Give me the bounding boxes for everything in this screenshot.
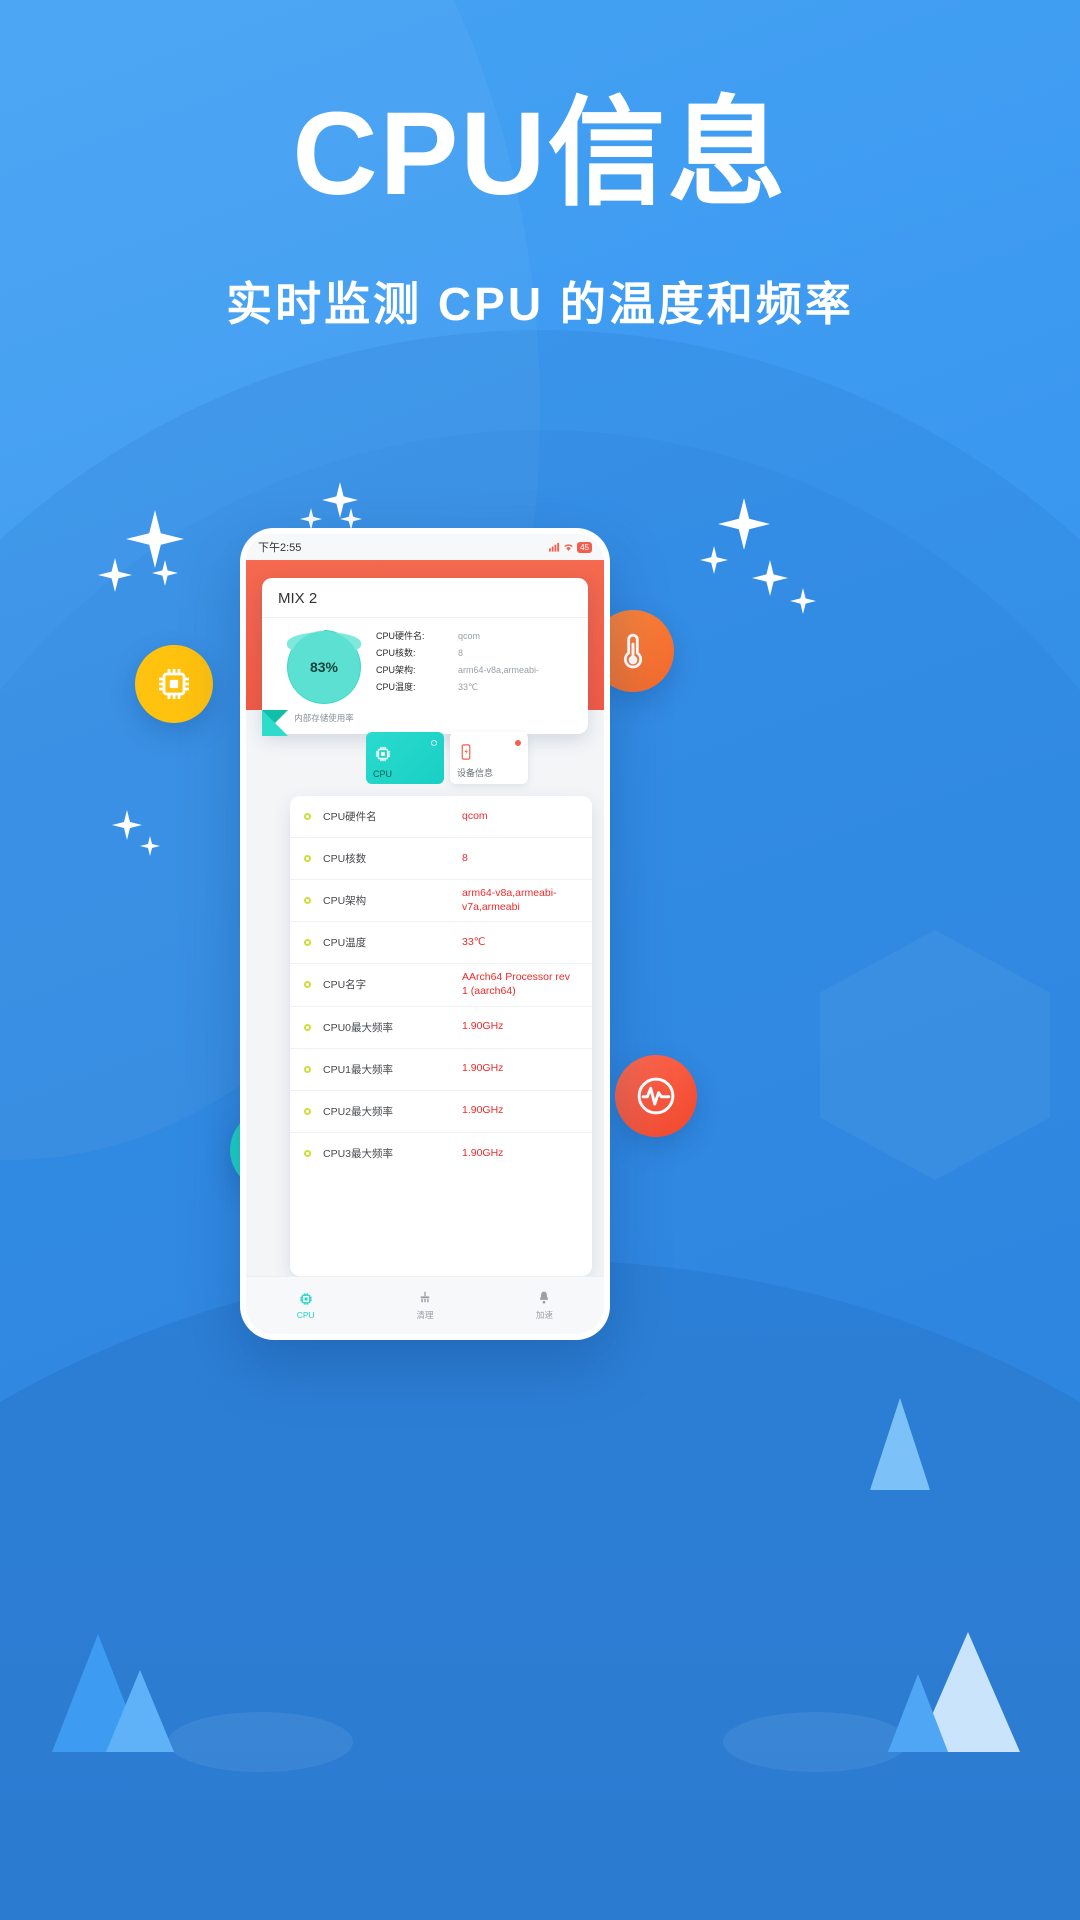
spec-row: CPU硬件名: qcom: [376, 630, 578, 642]
row-value: 1.90GHz: [462, 1020, 504, 1033]
bullet-icon: [304, 813, 311, 820]
row-key: CPU核数: [323, 853, 367, 865]
table-row[interactable]: CPU架构 arm64-v8a,armeabi-v7a,armeabi: [290, 880, 592, 923]
bullet-icon: [304, 981, 311, 989]
table-row[interactable]: CPU硬件名 qcom: [290, 796, 592, 838]
row-value: 33℃: [462, 935, 486, 948]
nav-item-clean[interactable]: 清理: [365, 1277, 484, 1334]
spec-value: arm64-v8a,armeabi-: [458, 665, 540, 676]
cpu-chip-icon: [159, 669, 189, 699]
nav-item-boost-label: 加速: [535, 1310, 553, 1320]
row-value: 1.90GHz: [462, 1146, 504, 1159]
spec-key: CPU架构:: [376, 665, 416, 676]
row-value: 1.90GHz: [462, 1104, 504, 1117]
row-value: qcom: [462, 809, 488, 822]
table-row[interactable]: CPU3最大频率 1.90GHz: [290, 1133, 592, 1175]
row-key: CPU1最大频率: [323, 1063, 394, 1076]
spec-key: CPU温度:: [376, 682, 416, 693]
table-row[interactable]: CPU0最大频率 1.90GHz: [290, 1007, 592, 1049]
background-bottom-hill: [0, 1260, 1080, 1920]
spec-row: CPU温度: 33℃: [376, 681, 578, 693]
row-value: AArch64 Processor rev 1 (aarch64): [462, 971, 570, 997]
spec-row: CPU架构: arm64-v8a,armeabi-: [376, 664, 578, 676]
cpu-chip-icon: [373, 744, 437, 766]
row-value: 1.90GHz: [462, 1062, 504, 1075]
nav-item-boost[interactable]: 加速: [485, 1277, 604, 1334]
row-key: CPU2最大频率: [323, 1105, 394, 1118]
spec-value: 8: [458, 648, 464, 659]
tab-device-info[interactable]: 设备信息: [450, 732, 528, 784]
status-bar: 下午2:55 45: [246, 534, 604, 560]
spec-value: qcom: [458, 631, 481, 641]
device-info-icon: [457, 743, 521, 763]
row-key: CPU0最大频率: [323, 1021, 394, 1034]
status-bar-time: 下午2:55: [258, 542, 302, 554]
nav-item-cpu-label: CPU: [296, 1310, 315, 1320]
device-name: MIX 2: [262, 578, 588, 618]
table-row[interactable]: CPU温度 33℃: [290, 922, 592, 965]
tab-indicator-dot: [431, 740, 437, 746]
row-key: CPU架构: [323, 895, 367, 908]
section-tabs: CPU 设备信息: [366, 732, 528, 784]
rocket-bell-icon: [540, 1291, 549, 1304]
wifi-icon: [564, 544, 573, 551]
bullet-icon: [304, 1150, 311, 1158]
nav-item-clean-label: 清理: [416, 1310, 434, 1320]
cpu-chip-badge: [135, 645, 213, 723]
table-row[interactable]: CPU2最大频率 1.90GHz: [290, 1091, 592, 1133]
spec-key: CPU硬件名:: [376, 631, 425, 641]
row-key: CPU硬件名: [323, 811, 377, 823]
spec-row: CPU核数: 8: [376, 647, 578, 659]
storage-donut: 83%: [287, 630, 361, 704]
bullet-icon: [304, 1023, 311, 1031]
cpu-detail-list[interactable]: CPU硬件名 qcom CPU核数 8 CPU架构 arm64-v8a,arme…: [290, 796, 592, 1276]
bullet-icon: [304, 855, 311, 862]
broom-icon: [420, 1291, 430, 1303]
device-summary-body: 83% 内部存储使用率 CPU硬件名: qcom CPU核数: 8 CPU架构:: [262, 618, 588, 734]
cpu-chip-icon: [299, 1293, 312, 1305]
spec-value: 33℃: [458, 682, 479, 693]
background-shadow-ellipse-right: [723, 1712, 908, 1772]
mountain-triangle-5: [870, 1398, 930, 1490]
tab-cpu[interactable]: CPU: [366, 732, 444, 784]
bullet-icon: [304, 897, 311, 905]
page-title: CPU信息: [292, 88, 788, 220]
tab-device-info-label: 设备信息: [457, 768, 494, 778]
table-row[interactable]: CPU1最大频率 1.90GHz: [290, 1049, 592, 1091]
page-subtitle: 实时监测 CPU 的温度和频率: [226, 278, 854, 330]
mountain-triangle-2: [106, 1670, 174, 1752]
table-row[interactable]: CPU名字 AArch64 Processor rev 1 (aarch64): [290, 964, 592, 1007]
mountain-triangle-4: [888, 1674, 948, 1752]
bullet-icon: [304, 939, 311, 947]
row-key: CPU名字: [323, 979, 367, 992]
device-spec-list: CPU硬件名: qcom CPU核数: 8 CPU架构: arm64-v8a,a…: [376, 626, 578, 724]
row-value: 8: [462, 851, 468, 864]
battery-badge: 45: [577, 541, 592, 553]
tab-cpu-label: CPU: [373, 769, 393, 779]
nav-item-cpu[interactable]: CPU: [246, 1277, 365, 1334]
row-key: CPU3最大频率: [323, 1148, 394, 1161]
storage-percent: 83%: [288, 631, 360, 703]
status-bar-indicators: 45: [549, 541, 592, 553]
teal-corner-flag-top: [262, 710, 288, 736]
spec-key: CPU核数:: [376, 648, 416, 659]
waveform-icon: [637, 1077, 675, 1115]
tab-indicator-dot: [515, 740, 521, 746]
row-key: CPU温度: [323, 937, 367, 950]
row-value: arm64-v8a,armeabi-v7a,armeabi: [462, 887, 557, 913]
bullet-icon: [304, 1065, 311, 1073]
background-shadow-ellipse-left: [168, 1712, 353, 1772]
bullet-icon: [304, 1107, 311, 1115]
phone-screen: 下午2:55 45 MIX 2 83% 内部存储使用率 CPU硬件名: qcom…: [246, 534, 604, 1334]
signal-icon: [549, 542, 560, 552]
waveform-badge: [615, 1055, 697, 1137]
table-row[interactable]: CPU核数 8: [290, 838, 592, 880]
device-summary-card: MIX 2 83% 内部存储使用率 CPU硬件名: qcom CPU核数: 8 …: [262, 578, 588, 734]
thermometer-icon: [623, 633, 643, 669]
phone-mockup: 下午2:55 45 MIX 2 83% 内部存储使用率 CPU硬件名: qcom…: [240, 528, 610, 1340]
bottom-navigation: CPU 清理 加速: [246, 1276, 604, 1334]
